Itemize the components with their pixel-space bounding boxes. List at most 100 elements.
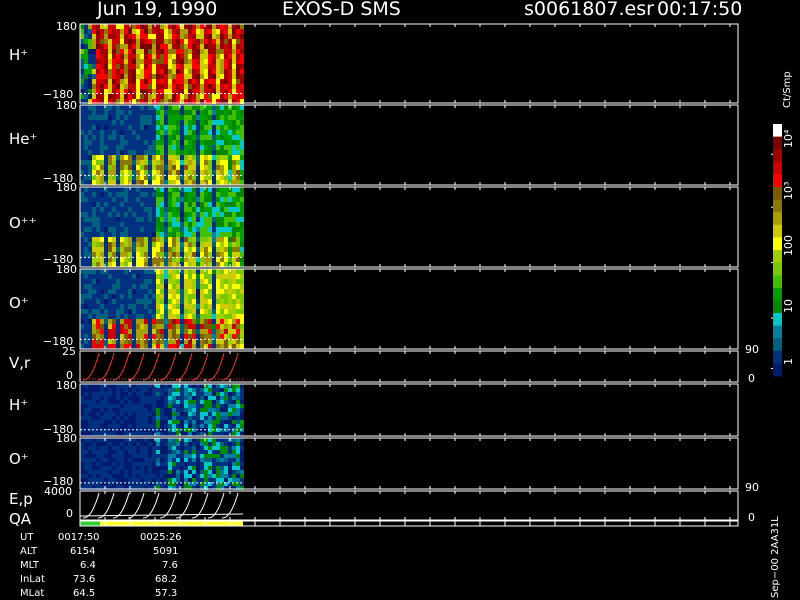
spectrogram-cell [88, 334, 92, 339]
spectrogram-cell [84, 79, 88, 84]
spectrogram-cell [144, 384, 148, 388]
spectrogram-cell [236, 39, 240, 44]
spectrogram-cell [236, 54, 240, 59]
spectrogram-cell [168, 329, 172, 334]
spectrogram-cell [156, 79, 160, 84]
spectrogram-cell [116, 309, 120, 314]
spectrogram-cell [88, 309, 92, 314]
spectrogram-cell [180, 242, 184, 247]
spectrogram-cell [92, 84, 96, 89]
spectrogram-cell [136, 110, 140, 115]
spectrogram-cell [88, 232, 92, 237]
spectrogram-cell [100, 207, 104, 212]
spectrogram-cell [212, 462, 216, 466]
spectrogram-cell [172, 400, 176, 404]
spectrogram-cell [208, 242, 212, 247]
spectrogram-cell [172, 392, 176, 396]
spectrogram-cell [120, 242, 124, 247]
spectrogram-cell [168, 49, 172, 54]
spectrogram-cell [192, 110, 196, 115]
spectrogram-cell [164, 416, 168, 420]
series-line [207, 352, 225, 381]
spectrogram-cell [232, 329, 236, 334]
spectrogram-cell [88, 197, 92, 202]
spectrogram-cell [80, 160, 84, 165]
spectrogram-cell [124, 294, 128, 299]
spectrogram-cell [200, 180, 204, 185]
spectrogram-cell [228, 29, 232, 34]
spectrogram-cell [228, 474, 232, 478]
spectrogram-cell [92, 74, 96, 79]
spectrogram-cell [212, 299, 216, 304]
spectrogram-cell [80, 180, 84, 185]
spectrogram-cell [96, 69, 100, 74]
spectrogram-cell [180, 458, 184, 462]
spectrogram-cell [128, 294, 132, 299]
spectrogram-cell [220, 232, 224, 237]
spectrogram-cell [212, 115, 216, 120]
spectrogram-cell [112, 314, 116, 319]
spectrogram-cell [140, 29, 144, 34]
spectrogram-cell [128, 446, 132, 450]
spectrogram-cell [220, 404, 224, 408]
spectrogram-cell [208, 344, 212, 349]
spectrogram-cell [188, 217, 192, 222]
spectrogram-cell [104, 404, 108, 408]
spectrogram-cell [188, 69, 192, 74]
spectrogram-cell [112, 334, 116, 339]
spectrogram-cell [140, 420, 144, 424]
spectrogram-cell [180, 432, 184, 436]
spectrogram-cell [108, 180, 112, 185]
spectrogram-cell [152, 470, 156, 474]
spectrogram-cell [188, 54, 192, 59]
spectrogram-cell [92, 392, 96, 396]
spectrogram-cell [232, 470, 236, 474]
spectrogram-cell [100, 324, 104, 329]
spectrogram-cell [164, 309, 168, 314]
spectrogram-cell [228, 74, 232, 79]
spectrogram-cell [112, 130, 116, 135]
spectrogram-cell [240, 145, 244, 150]
spectrogram-cell [200, 408, 204, 412]
spectrogram-cell [104, 304, 108, 309]
spectrogram-cell [188, 466, 192, 470]
spectrogram-cell [136, 34, 140, 39]
spectrogram-cell [164, 474, 168, 478]
spectrogram-cell [220, 274, 224, 279]
spectrogram-cell [236, 404, 240, 408]
spectrogram-cell [136, 212, 140, 217]
spectrogram-cell [180, 344, 184, 349]
spectrogram-cell [192, 274, 196, 279]
spectrogram-cell [160, 197, 164, 202]
spectrogram-cell [176, 150, 180, 155]
spectrogram-cell [224, 420, 228, 424]
spectrogram-cell [240, 160, 244, 165]
spectrogram-cell [140, 446, 144, 450]
spectrogram-cell [216, 217, 220, 222]
spectrogram-cell [92, 466, 96, 470]
spectrogram-cell [116, 294, 120, 299]
spectrogram-cell [172, 416, 176, 420]
spectrogram-cell [120, 197, 124, 202]
spectrogram-cell [108, 412, 112, 416]
spectrogram-cell [196, 140, 200, 145]
spectrogram-cell [136, 438, 140, 442]
spectrogram-cell [96, 54, 100, 59]
spectrogram-cell [88, 39, 92, 44]
spectrogram-cell [216, 279, 220, 284]
spectrogram-cell [100, 64, 104, 69]
spectrogram-cell [108, 145, 112, 150]
spectrogram-cell [208, 207, 212, 212]
spectrogram-cell [228, 408, 232, 412]
spectrogram-cell [152, 294, 156, 299]
spectrogram-cell [116, 105, 120, 110]
spectrogram-cell [124, 94, 128, 99]
spectrogram-cell [240, 74, 244, 79]
spectrogram-cell [168, 412, 172, 416]
spectrogram-cell [144, 105, 148, 110]
spectrogram-cell [112, 474, 116, 478]
spectrogram-cell [192, 232, 196, 237]
spectrogram-cell [120, 180, 124, 185]
footer-row-v1: 0017:50 [58, 532, 100, 543]
spectrogram-cell [224, 232, 228, 237]
